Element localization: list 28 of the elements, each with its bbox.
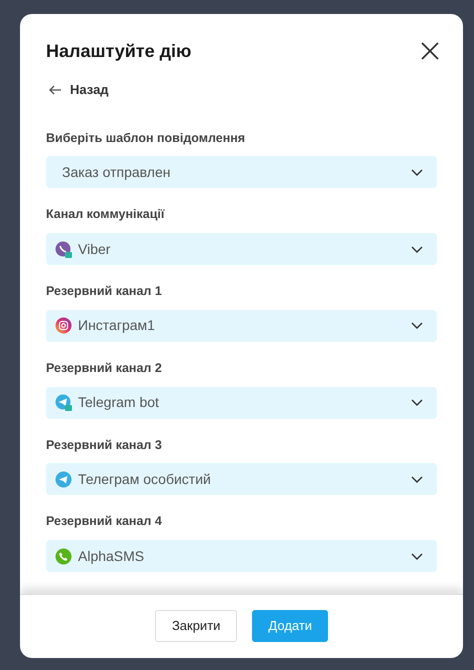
select-field[interactable]: AlphaSMS [46, 540, 437, 572]
chevron-down-icon [411, 552, 423, 560]
field-label: Резервний канал 3 [46, 436, 163, 454]
instagram-icon [55, 317, 72, 334]
select-field[interactable]: Инстаграм1 [46, 310, 437, 342]
back-arrow-icon[interactable] [49, 84, 62, 95]
back-link[interactable]: Назад [70, 80, 109, 100]
chevron-down-icon [411, 246, 423, 252]
viber-icon [55, 240, 72, 258]
phone-icon [55, 548, 72, 564]
chevron-down-icon [411, 476, 423, 483]
field-label: Канал коммунікації [46, 206, 166, 224]
chevron-down-icon [411, 322, 423, 330]
telegram-icon [55, 470, 72, 488]
dialog-title: Налаштуйте дію [46, 40, 192, 63]
chevron-down-icon [411, 399, 423, 406]
select-field[interactable]: Заказ отправлен [46, 156, 437, 188]
close-button[interactable]: Закрити [154, 610, 238, 642]
select-field[interactable]: Телеграм особистий [46, 463, 437, 496]
field-label: Резервний канал 2 [46, 360, 163, 377]
select-field[interactable]: Viber [46, 233, 437, 265]
field-label: Виберіть шаблон повідомлення [46, 130, 246, 147]
close-icon[interactable] [421, 42, 439, 60]
chevron-down-icon [411, 168, 423, 176]
select-field[interactable]: Telegram bot [46, 386, 437, 418]
field-label: Резервний канал 1 [46, 283, 163, 300]
field-label: Резервний канал 4 [46, 513, 163, 530]
telegram-icon [55, 394, 72, 411]
